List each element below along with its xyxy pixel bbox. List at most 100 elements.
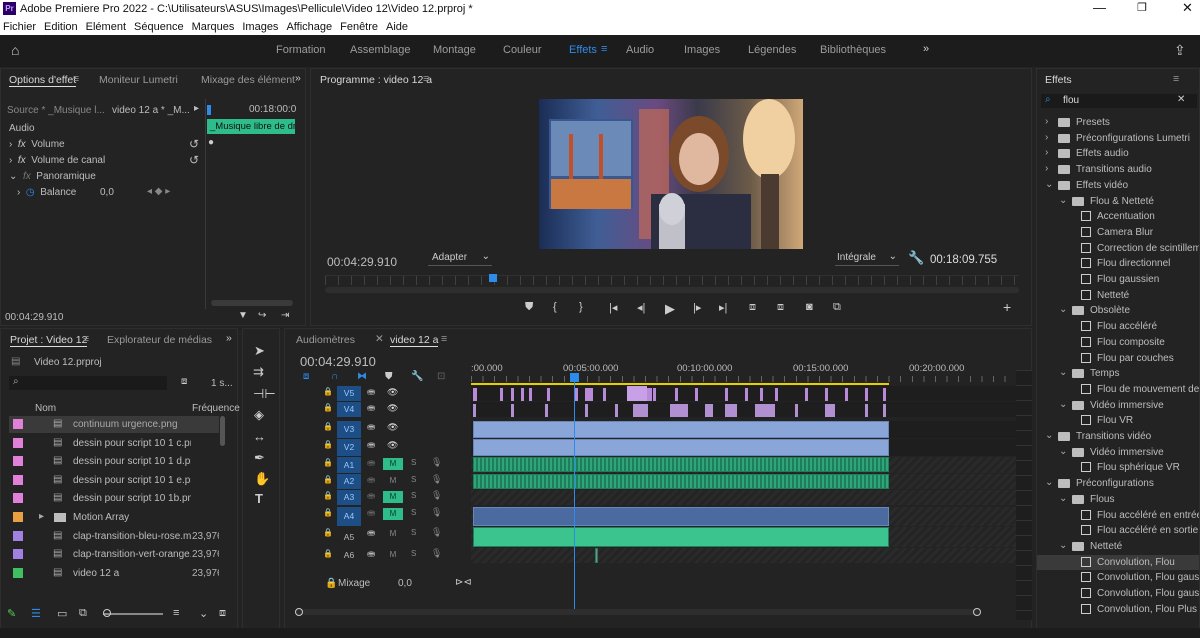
mic-icon[interactable]: 🎙 <box>431 457 442 468</box>
menu-marques[interactable]: Marques <box>192 21 235 33</box>
zoom-slider[interactable] <box>103 613 163 615</box>
add-marker-icon[interactable]: ⛊ <box>385 371 393 382</box>
effects-tree-item[interactable]: › Préconfigurations Lumetri <box>1037 131 1199 146</box>
v5-clip[interactable] <box>521 388 524 401</box>
effects-tree-item[interactable]: ⌄ Netteté <box>1037 539 1199 554</box>
v4-clip[interactable] <box>511 404 514 417</box>
v4-clip[interactable] <box>725 404 737 417</box>
tab-mixage[interactable]: Mixage des élément <box>201 74 295 86</box>
effects-tree-item[interactable]: Flou directionnel <box>1037 256 1199 271</box>
label-color-swatch[interactable] <box>13 474 23 485</box>
project-item[interactable]: ▤ continuum urgence.png <box>9 416 219 433</box>
sync-lock-icon[interactable]: ⛂ <box>367 422 375 433</box>
channel-volume-row[interactable]: › fx Volume de canal <box>9 155 105 166</box>
effects-tree-item[interactable]: › Transitions audio <box>1037 162 1199 177</box>
lock-icon[interactable]: 🔒 <box>323 387 333 396</box>
lock-icon[interactable]: 🔒 <box>323 475 333 484</box>
compare-icon[interactable]: ⧉ <box>833 301 841 314</box>
track-target[interactable]: A3 <box>337 490 361 505</box>
effects-tree-item[interactable]: Correction de scintilleme <box>1037 241 1199 256</box>
effects-tree-item[interactable]: Flou de mouvement des <box>1037 382 1199 397</box>
chevron-down-icon[interactable]: ⌄ <box>1059 446 1067 457</box>
v4-clip[interactable] <box>615 404 618 417</box>
v5-clip[interactable] <box>845 388 848 401</box>
workspace-legendes[interactable]: Légendes <box>748 44 796 56</box>
chevron-down-icon[interactable]: ⌄ <box>1059 367 1067 378</box>
timeline-scroll-right[interactable] <box>973 608 981 616</box>
mark-in-icon[interactable]: { <box>553 301 557 313</box>
effects-menu-icon[interactable]: ≡ <box>1173 73 1179 85</box>
pencil-icon[interactable]: ✎ <box>7 607 16 620</box>
step-forward-icon[interactable]: |▸ <box>693 301 701 314</box>
v5-clip[interactable] <box>529 388 532 401</box>
overwrite-icon[interactable]: ⧈ <box>777 301 784 314</box>
timeline-scroll-left[interactable] <box>295 608 303 616</box>
track-header[interactable]: 🔒 A3 ⛂ M S 🎙 <box>285 490 471 505</box>
tab-lumetri[interactable]: Moniteur Lumetri <box>99 74 178 86</box>
chevron-down-icon[interactable]: ⌄ <box>1045 477 1053 488</box>
label-color-swatch[interactable] <box>13 512 23 522</box>
lock-icon[interactable]: 🔒 <box>323 440 333 449</box>
mix-value[interactable]: 0,0 <box>398 578 412 589</box>
work-area-bar[interactable] <box>471 383 889 385</box>
menu-fichier[interactable]: Fichier <box>3 21 36 33</box>
mute-button[interactable]: M <box>383 528 403 540</box>
track-header[interactable]: 🔒 V3 ⛂ 👁 <box>285 421 471 438</box>
program-menu-icon[interactable]: ≡ <box>423 73 429 85</box>
lock-icon[interactable]: 🔒 <box>323 508 333 517</box>
sync-lock-icon[interactable]: ⛂ <box>367 458 375 469</box>
v4-clip[interactable] <box>585 404 588 417</box>
track-target[interactable]: V5 <box>337 386 361 401</box>
program-timecode[interactable]: 00:04:29.910 <box>327 255 397 269</box>
sync-lock-icon[interactable]: ⛂ <box>367 440 375 451</box>
snap-icon[interactable]: ∩ <box>331 371 338 382</box>
effects-tree-item[interactable]: Flou sphérique VR <box>1037 460 1199 475</box>
more-tabs-icon[interactable]: » <box>295 72 301 84</box>
v5-clip[interactable] <box>883 388 886 401</box>
v2-clip[interactable] <box>473 439 889 456</box>
effects-tree-item[interactable]: Flou VR <box>1037 413 1199 428</box>
track-target[interactable]: A2 <box>337 474 361 489</box>
sync-lock-icon[interactable]: ⛂ <box>367 549 375 560</box>
mute-button[interactable]: M <box>383 549 403 561</box>
share-icon[interactable]: ⇪ <box>1174 42 1186 59</box>
solo-button[interactable]: S <box>411 528 416 537</box>
project-item[interactable]: ▸ Motion Array <box>9 509 219 526</box>
effects-tree-item[interactable]: ⌄ Flous <box>1037 492 1199 507</box>
tab-effect-options-menu-icon[interactable]: ≡ <box>73 73 79 85</box>
label-color-swatch[interactable] <box>13 419 23 429</box>
go-to-out-icon[interactable]: ▸| <box>719 301 727 314</box>
track-header[interactable]: 🔒 V2 ⛂ 👁 <box>285 439 471 456</box>
label-color-swatch[interactable] <box>13 567 23 578</box>
menu-affichage[interactable]: Affichage <box>286 21 332 33</box>
volume-row[interactable]: › fx Volume <box>9 139 65 150</box>
track-target[interactable]: A5 <box>337 527 361 547</box>
effects-tree-item[interactable]: ⌄ Flou & Netteté <box>1037 194 1199 209</box>
lock-icon[interactable]: 🔒 <box>323 458 333 467</box>
nest-icon[interactable]: ⧈ <box>303 371 309 382</box>
v4-clip[interactable] <box>473 404 476 417</box>
sequence-menu-icon[interactable]: ≡ <box>441 333 447 345</box>
mix-nav-icon[interactable]: ⊳⊲ <box>455 577 472 588</box>
effects-tree-item[interactable]: Netteté <box>1037 288 1199 303</box>
effects-title[interactable]: Effets <box>1045 74 1072 86</box>
v3-clip[interactable] <box>473 421 889 438</box>
lock-icon[interactable]: 🔒 <box>323 403 333 412</box>
menu-edition[interactable]: Edition <box>44 21 78 33</box>
chevron-right-icon[interactable]: › <box>1045 132 1048 143</box>
hand-tool-icon[interactable]: ✋ <box>254 471 270 487</box>
balance-row[interactable]: › ◷ Balance <box>17 187 76 198</box>
quality-dropdown[interactable]: Intégrale ⌄ <box>835 251 899 266</box>
project-search-box[interactable]: ⌕ <box>9 376 167 390</box>
more-workspaces-icon[interactable]: » <box>923 43 929 55</box>
new-bin-icon[interactable]: ⧈ <box>181 376 187 387</box>
solo-button[interactable]: S <box>411 458 416 467</box>
ec-timecode[interactable]: 00:04:29.910 <box>5 312 63 323</box>
effects-tree-item[interactable]: › Effets audio <box>1037 146 1199 161</box>
mute-button[interactable]: M <box>383 508 403 520</box>
v5-clip[interactable] <box>627 386 647 401</box>
v5-clip[interactable] <box>585 388 593 401</box>
workspace-audio[interactable]: Audio <box>626 44 654 56</box>
effects-search-box[interactable]: ⌕ flou ✕ <box>1041 94 1197 108</box>
v5-clip[interactable] <box>603 388 606 401</box>
